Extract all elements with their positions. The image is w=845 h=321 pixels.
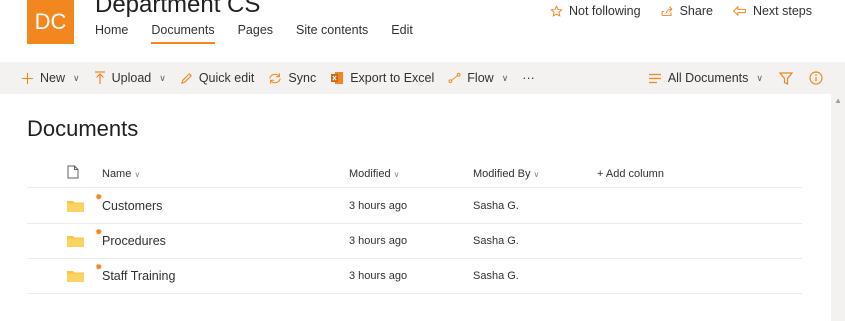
flow-button[interactable]: Flow ∨ (448, 71, 508, 85)
command-bar: New ∨ Upload ∨ Quick edit Sync Export to… (0, 62, 845, 94)
item-modified: 3 hours ago (349, 235, 408, 247)
view-label: All Documents (667, 71, 749, 85)
table-row[interactable]: ✹ Customers 3 hours ago Sasha G. (27, 188, 802, 224)
plus-icon (21, 72, 34, 85)
more-button[interactable]: ··· (522, 71, 535, 85)
pencil-icon (180, 72, 193, 85)
export-label: Export to Excel (350, 71, 435, 85)
next-steps-button[interactable]: Next steps (732, 4, 812, 18)
share-button[interactable]: Share (660, 4, 713, 18)
excel-icon (330, 71, 344, 85)
chevron-down-icon: ∨ (756, 72, 763, 83)
sync-icon (268, 72, 282, 85)
nav-pages[interactable]: Pages (238, 23, 273, 44)
lines-icon (648, 73, 662, 84)
chevron-down-icon: ∨ (134, 170, 141, 179)
new-label: New (40, 71, 66, 85)
item-name-link[interactable]: Procedures (102, 234, 166, 248)
folder-icon (67, 270, 84, 285)
nav-site-contents[interactable]: Site contents (296, 23, 368, 44)
table-row[interactable]: ✹ Staff Training 3 hours ago Sasha G. (27, 258, 802, 294)
column-header-modified-by[interactable]: Modified By ∨ (473, 168, 539, 180)
follow-button[interactable]: Not following (550, 4, 641, 18)
nav-home[interactable]: Home (95, 23, 128, 44)
upload-label: Upload (111, 71, 152, 85)
next-steps-label: Next steps (752, 4, 812, 18)
export-to-excel-button[interactable]: Export to Excel (330, 71, 434, 85)
share-icon (660, 5, 674, 18)
item-modified: 3 hours ago (349, 270, 408, 282)
item-name-link[interactable]: Staff Training (102, 269, 175, 283)
library-title: Documents (27, 116, 139, 141)
list-header: Name ∨ Modified ∨ Modified By ∨ + Add colum… (27, 160, 802, 188)
name-column-label: Name (102, 168, 132, 180)
star-icon (550, 4, 563, 18)
upload-button[interactable]: Upload ∨ (94, 71, 166, 85)
vertical-scrollbar[interactable] (831, 94, 845, 321)
filter-icon[interactable] (779, 71, 793, 85)
share-label: Share (679, 4, 713, 18)
chevron-down-icon: ∨ (73, 72, 80, 83)
chevron-down-icon: ∨ (533, 170, 540, 179)
quick-edit-label: Quick edit (198, 71, 255, 85)
more-icon: ··· (522, 71, 535, 85)
new-button[interactable]: New ∨ (21, 71, 80, 85)
next-steps-icon (732, 5, 747, 17)
item-modified-by[interactable]: Sasha G. (473, 235, 519, 247)
modified-column-label: Modified (349, 168, 391, 180)
nav-edit[interactable]: Edit (391, 23, 413, 44)
file-type-header-icon[interactable] (67, 165, 79, 182)
folder-icon (67, 235, 84, 250)
table-row[interactable]: ✹ Procedures 3 hours ago Sasha G. (27, 223, 802, 259)
info-icon[interactable] (809, 71, 823, 85)
site-navigation: Home Documents Pages Site contents Edit (95, 23, 436, 44)
chevron-down-icon: ∨ (393, 170, 400, 179)
follow-label: Not following (569, 4, 641, 18)
quick-edit-button[interactable]: Quick edit (180, 71, 255, 85)
site-logo[interactable]: DC (27, 0, 74, 44)
site-header: DC Department CS Home Documents Pages Si… (0, 0, 845, 62)
site-title[interactable]: Department CS (95, 0, 260, 19)
item-modified: 3 hours ago (349, 200, 408, 212)
add-column-button[interactable]: + Add column (597, 168, 664, 180)
item-modified-by[interactable]: Sasha G. (473, 270, 519, 282)
scroll-up-arrow-icon[interactable]: ▲ (834, 96, 842, 105)
sync-button[interactable]: Sync (268, 71, 316, 85)
view-selector[interactable]: All Documents ∨ (648, 71, 763, 85)
column-header-name[interactable]: Name ∨ (102, 168, 140, 180)
flow-icon (448, 72, 461, 84)
chevron-down-icon: ∨ (159, 72, 166, 83)
column-header-modified[interactable]: Modified ∨ (349, 168, 399, 180)
nav-documents[interactable]: Documents (151, 23, 215, 44)
chevron-down-icon: ∨ (501, 72, 509, 83)
folder-icon (67, 200, 84, 215)
header-actions: Not following Share Next steps (550, 4, 812, 18)
upload-icon (94, 71, 106, 85)
modified-by-column-label: Modified By (473, 168, 531, 180)
sync-label: Sync (288, 71, 317, 85)
item-name-link[interactable]: Customers (102, 199, 162, 213)
item-modified-by[interactable]: Sasha G. (473, 200, 519, 212)
flow-label: Flow (467, 71, 494, 85)
